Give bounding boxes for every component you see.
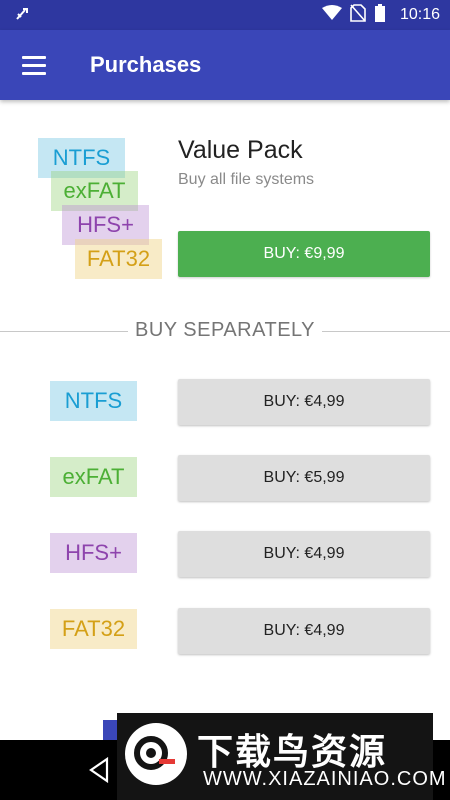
- page-title: Purchases: [90, 52, 202, 77]
- wifi-icon: [321, 4, 342, 26]
- hamburger-menu-icon[interactable]: [12, 44, 56, 86]
- item-tag-ntfs: NTFS: [50, 381, 137, 421]
- no-sim-icon: [350, 3, 366, 27]
- item-tag-hfs: HFS+: [50, 533, 137, 573]
- status-bar: 10:16: [0, 0, 450, 30]
- buy-fat32-button[interactable]: BUY: €4,99: [178, 608, 430, 654]
- item-tag-exfat: exFAT: [50, 457, 137, 497]
- watermark-banner: 下载鸟资源 WWW.XIAZAINIAO.COM: [117, 713, 446, 800]
- battery-icon: [374, 3, 386, 27]
- watermark-logo: [125, 723, 187, 785]
- app-bar: Purchases: [0, 30, 450, 100]
- value-pack-tag-fat32: FAT32: [75, 239, 162, 279]
- value-pack-title: Value Pack: [178, 136, 303, 164]
- back-icon[interactable]: [88, 756, 110, 788]
- divider-right: [322, 331, 450, 332]
- buy-value-pack-button[interactable]: BUY: €9,99: [178, 231, 430, 277]
- value-pack-subtitle: Buy all file systems: [178, 171, 315, 188]
- buy-ntfs-button[interactable]: BUY: €4,99: [178, 379, 430, 425]
- clock: 10:16: [399, 6, 440, 23]
- item-tag-fat32: FAT32: [50, 609, 137, 649]
- status-icons: 10:16: [321, 0, 440, 30]
- buy-exfat-button[interactable]: BUY: €5,99: [178, 455, 430, 501]
- watermark-url: WWW.XIAZAINIAO.COM: [203, 768, 447, 790]
- data-saver-icon: [14, 5, 32, 28]
- buy-hfs-button[interactable]: BUY: €4,99: [178, 531, 430, 577]
